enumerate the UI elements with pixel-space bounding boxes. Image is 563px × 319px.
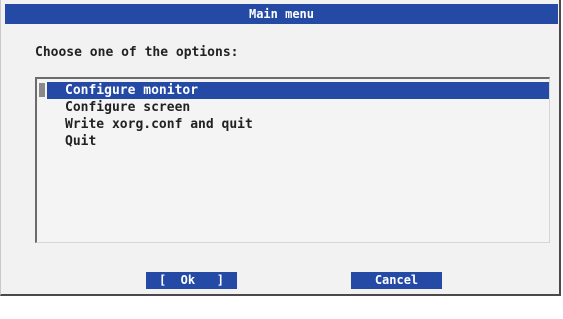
main-menu-dialog: Main menu Choose one of the options: Con… [0,0,561,296]
options-list: Configure monitor Configure screen Write… [47,82,549,150]
options-listbox[interactable]: Configure monitor Configure screen Write… [35,77,550,243]
prompt-text: Choose one of the options: [35,45,239,60]
option-write-xorg-conf-and-quit[interactable]: Write xorg.conf and quit [47,116,549,133]
cancel-button[interactable]: Cancel [351,272,442,289]
option-quit[interactable]: Quit [47,133,549,150]
scroll-indicator [39,83,45,97]
option-configure-monitor[interactable]: Configure monitor [47,82,549,99]
ok-button[interactable]: [ Ok ] [146,272,237,289]
dialog-title: Main menu [5,4,558,24]
option-configure-screen[interactable]: Configure screen [47,99,549,116]
